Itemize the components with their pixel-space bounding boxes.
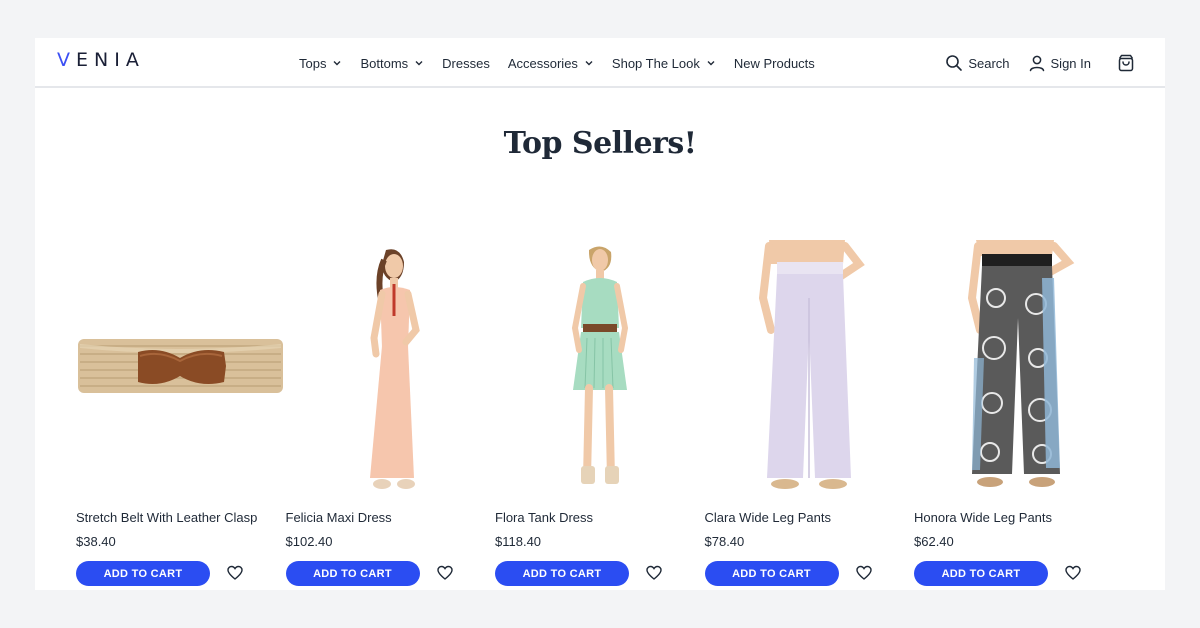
nav-label-accessories: Accessories [507,55,578,71]
product-image-belt[interactable] [76,238,285,498]
heart-icon[interactable] [227,565,243,581]
add-to-cart-button[interactable]: ADD TO CART [76,561,210,586]
product-card: Stretch Belt With Leather Clasp $38.40 A… [76,238,286,590]
cart-button[interactable] [1117,54,1135,72]
chevron-down-icon [585,61,593,66]
chevron-down-icon [707,61,715,66]
nav-label-tops: Tops [299,55,327,71]
product-card: Felicia Maxi Dress $102.40 ADD TO CART [285,238,496,590]
product-grid: Stretch Belt With Leather Clasp $38.40 A… [76,238,1124,590]
nav-item-bottoms[interactable]: Bottoms [360,56,424,71]
add-to-cart-button[interactable]: ADD TO CART [704,561,839,586]
nav-label-shop-the-look: Shop The Look [611,55,700,71]
product-name[interactable]: Clara Wide Leg Pants [705,510,831,525]
site-header: VENIA Tops Bottoms Dresses Accessories S… [35,38,1165,88]
product-name[interactable]: Flora Tank Dress [495,510,593,525]
nav-label-dresses: Dresses [442,55,490,71]
chevron-down-icon [333,61,341,66]
heart-icon[interactable] [855,565,872,581]
product-name[interactable]: Felicia Maxi Dress [286,510,392,525]
section-title: Top Sellers! [503,126,697,161]
add-to-cart-button[interactable]: ADD TO CART [495,561,629,586]
page-frame: VENIA Tops Bottoms Dresses Accessories S… [35,38,1165,590]
heart-icon[interactable] [646,565,662,581]
nav-item-tops[interactable]: Tops [299,56,342,71]
user-icon [1029,55,1044,72]
add-to-cart-button[interactable]: ADD TO CART [285,561,420,586]
product-image-printed-pants[interactable] [914,238,1123,498]
product-image-tank-dress[interactable] [495,238,704,498]
nav-item-shop-the-look[interactable]: Shop The Look [612,56,716,71]
product-price: $102.40 [285,534,333,549]
search-button[interactable]: Search [945,54,1010,72]
heart-icon[interactable] [1065,565,1081,581]
product-card: Honora Wide Leg Pants $62.40 ADD TO CART [914,238,1124,590]
product-price: $62.40 [914,534,954,549]
product-name[interactable]: Honora Wide Leg Pants [914,510,1052,525]
product-price: $78.40 [704,534,745,549]
sign-in-label: Sign In [1050,55,1091,71]
search-icon [946,55,963,71]
heart-icon[interactable] [436,565,453,581]
header-actions: Search Sign In [945,38,1135,88]
nav-label-new-products: New Products [733,55,815,71]
product-image-maxi-dress[interactable] [286,238,495,498]
nav-item-new-products[interactable]: New Products [734,56,815,71]
search-label: Search [968,55,1010,71]
nav-item-dresses[interactable]: Dresses [442,56,490,71]
nav-label-bottoms: Bottoms [360,55,409,71]
logo-letter-v: V [57,49,76,71]
logo-letters: ENIA [76,49,145,71]
product-card: Flora Tank Dress $118.40 ADD TO CART [495,238,705,590]
nav-item-accessories[interactable]: Accessories [508,56,594,71]
main-nav: Tops Bottoms Dresses Accessories Shop Th… [299,38,815,88]
product-image-lavender-pants[interactable] [705,238,914,498]
product-card: Clara Wide Leg Pants $78.40 ADD TO CART [704,238,915,590]
product-name[interactable]: Stretch Belt With Leather Clasp [76,510,257,525]
chevron-down-icon [415,61,423,66]
product-price: $118.40 [495,534,542,549]
add-to-cart-button[interactable]: ADD TO CART [914,561,1048,586]
sign-in-button[interactable]: Sign In [1028,54,1091,72]
venia-logo[interactable]: VENIA [57,49,145,71]
shopping-bag-icon [1118,54,1134,72]
product-price: $38.40 [76,534,116,549]
